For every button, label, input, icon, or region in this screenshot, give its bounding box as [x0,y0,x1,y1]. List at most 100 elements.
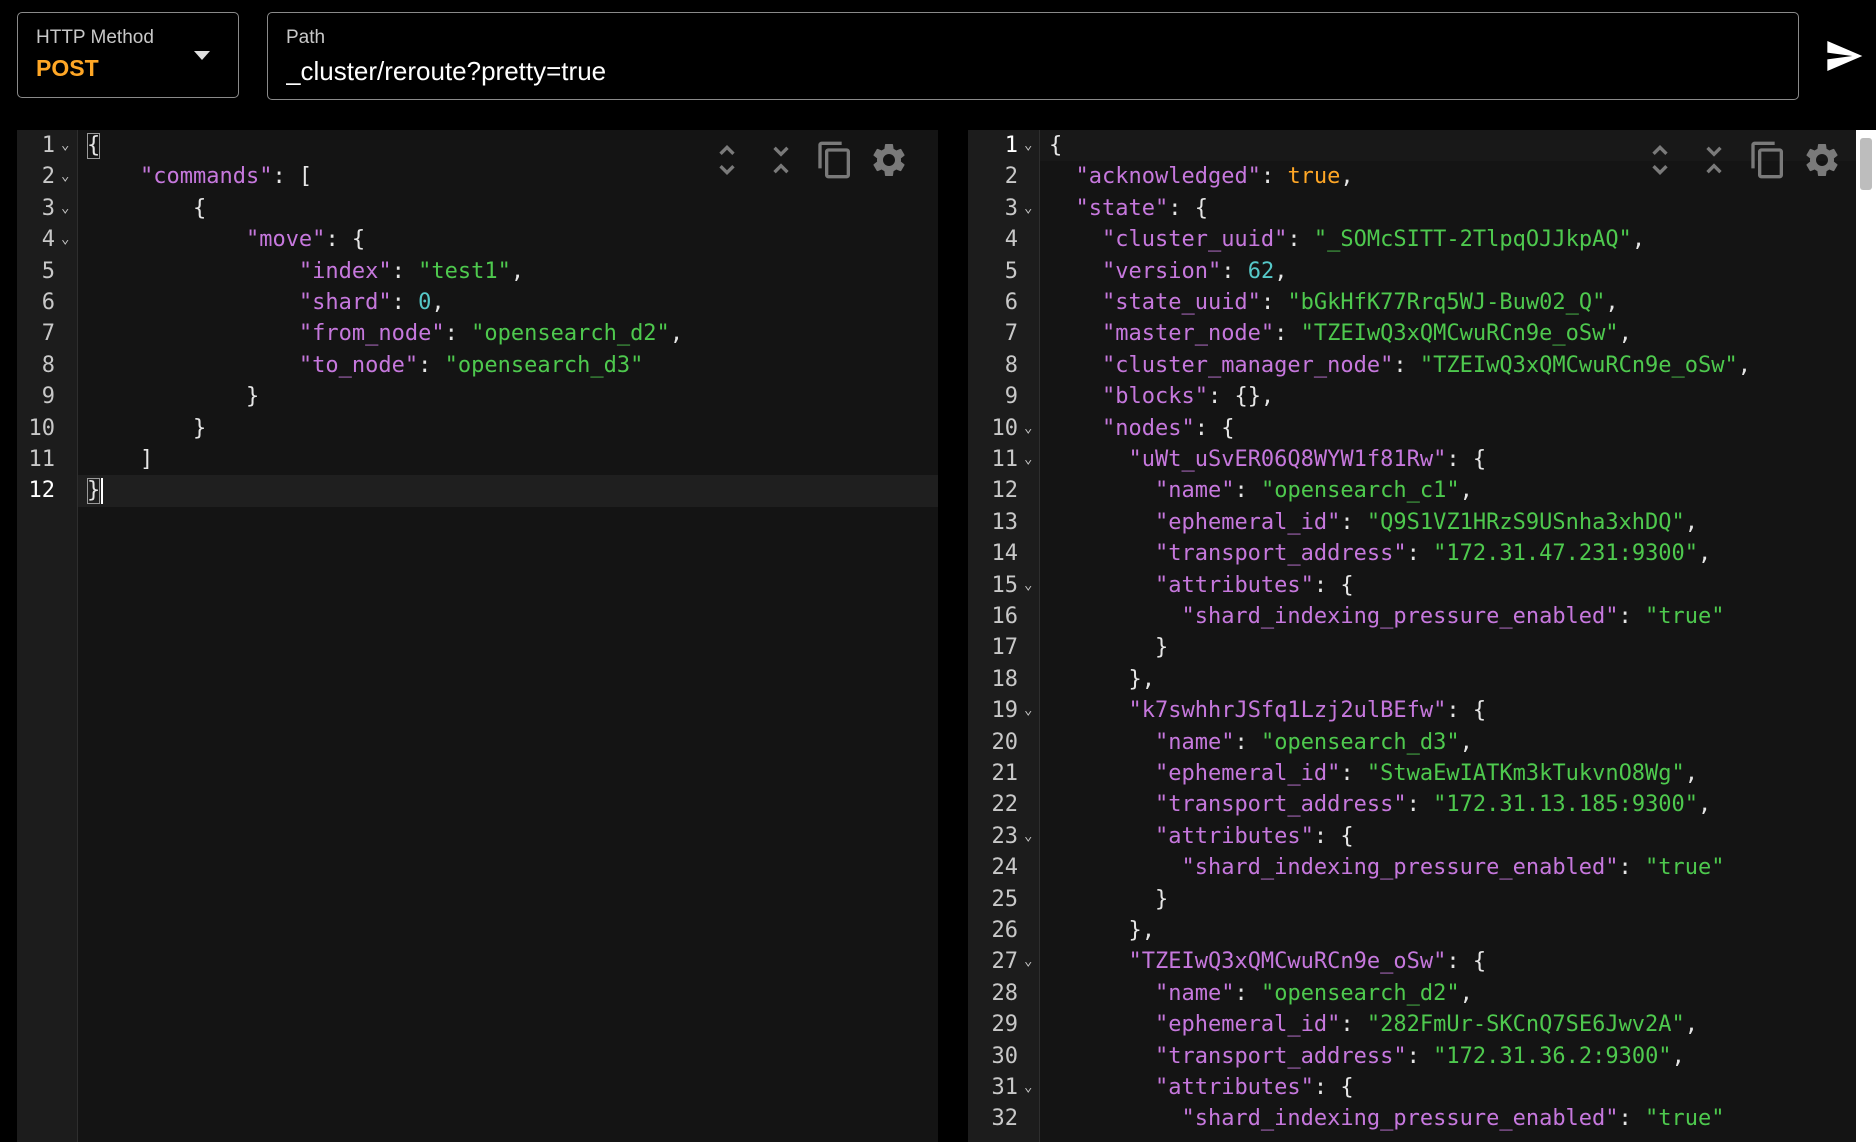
code-line[interactable]: 8 "to_node": "opensearch_d3" [17,350,938,381]
code-line[interactable]: 12 "name": "opensearch_c1", [968,475,1876,506]
code-line[interactable]: 12} [17,475,938,506]
line-number: 5 [41,258,55,284]
settings-button[interactable] [1802,140,1842,180]
bracket-match-highlight [87,133,100,159]
fold-chevron-icon[interactable]: ⌄ [61,130,69,161]
line-number: 14 [991,541,1019,567]
fold-chevron-icon[interactable]: ⌄ [1024,695,1032,726]
expand-all-button[interactable] [1640,140,1680,180]
code-line[interactable]: 19 ⌄ "k7swhhrJSfq1Lzj2ulBEfw": { [968,695,1876,726]
http-method-label: HTTP Method [36,27,154,48]
code-line[interactable]: 5 "index": "test1", [17,256,938,287]
code-text: "attributes": { [1154,823,1354,849]
code-line[interactable]: 31 ⌄ "attributes": { [968,1072,1876,1103]
code-line[interactable]: 6 "shard": 0, [17,287,938,318]
code-line[interactable]: 21 "ephemeral_id": "StwaEwIATKm3kTukvnO8… [968,758,1876,789]
copy-button[interactable] [1748,140,1788,180]
code-line[interactable]: 30 "transport_address": "172.31.36.2:930… [968,1041,1876,1072]
line-number: 6 [41,290,55,315]
line-number: 24 [991,855,1019,881]
code-line[interactable]: 1 ⌄ { [968,130,1876,161]
code-line[interactable]: 22 "transport_address": "172.31.13.185:9… [968,789,1876,820]
request-body-editor[interactable]: 1 ⌄{2 ⌄ "commands": [3 ⌄ {4 ⌄ "move": {5 "in… [17,130,938,1142]
code-line[interactable]: 10 } [17,413,938,444]
code-line[interactable]: 24 "shard_indexing_pressure_enabled": "t… [968,852,1876,883]
code-line[interactable]: 20 "name": "opensearch_d3", [968,727,1876,758]
code-line[interactable]: 23 ⌄ "attributes": { [968,821,1876,852]
code-text: "to_node": "opensearch_d3" [298,352,644,378]
collapse-all-button[interactable] [1694,140,1734,180]
code-line[interactable]: 5 "version": 62, [968,256,1876,287]
code-line[interactable]: 28 "name": "opensearch_d2", [968,978,1876,1009]
text-cursor [101,478,103,505]
fold-chevron-icon[interactable]: ⌄ [1024,821,1032,852]
code-line[interactable]: 11 ⌄ "uWt_uSvER06Q8WYW1f81Rw": { [968,444,1876,475]
code-line[interactable]: 18 }, [968,664,1876,695]
scrollbar-thumb[interactable] [1860,138,1872,190]
send-button[interactable] [1824,36,1864,76]
gear-icon [1806,144,1838,176]
line-number: 4 [1004,227,1018,253]
line-number: 26 [991,918,1019,943]
code-line[interactable]: 9 } [17,381,938,412]
line-number: 1 [41,133,55,158]
code-line[interactable]: 15 ⌄ "attributes": { [968,570,1876,601]
response-scrollbar[interactable] [1856,130,1876,1142]
code-line[interactable]: 13 "ephemeral_id": "Q9S1VZ1HRzS9USnha3xh… [968,507,1876,538]
code-line[interactable]: 3 ⌄ "state": { [968,193,1876,224]
code-line[interactable]: 25 } [968,884,1876,915]
code-line[interactable]: 9 "blocks": {}, [968,381,1876,412]
code-line[interactable]: 14 "transport_address": "172.31.47.231:9… [968,538,1876,569]
path-field[interactable]: Path [267,12,1799,100]
fold-chevron-icon[interactable]: ⌄ [1024,413,1032,444]
code-line[interactable]: 7 "master_node": "TZEIwQ3xQMCwuRCn9e_oSw… [968,318,1876,349]
code-line[interactable]: 26 }, [968,915,1876,946]
fold-chevron-icon[interactable]: ⌄ [61,224,69,255]
unfold-more-icon [719,145,735,175]
line-number: 28 [991,980,1019,1006]
line-number: 31 [991,1075,1019,1100]
code-line[interactable]: 16 "shard_indexing_pressure_enabled": "t… [968,601,1876,632]
code-line[interactable]: 29 "ephemeral_id": "282FmUr-SKCnQ7SE6Jwv… [968,1009,1876,1040]
line-number: 3 [41,195,55,221]
code-text: "commands": [ [139,164,313,190]
code-line[interactable]: 4 ⌄ "move": { [17,224,938,255]
code-line[interactable]: 2 "acknowledged": true, [968,161,1876,192]
code-line[interactable]: 32 "shard_indexing_pressure_enabled": "t… [968,1103,1876,1134]
expand-all-button[interactable] [707,140,747,180]
http-method-select[interactable]: HTTP Method POST [17,12,239,98]
fold-chevron-icon[interactable]: ⌄ [1024,1072,1032,1103]
fold-chevron-icon[interactable]: ⌄ [1024,130,1032,161]
line-number: 16 [991,604,1019,629]
fold-chevron-icon[interactable]: ⌄ [1024,444,1032,475]
code-line[interactable]: 3 ⌄ { [17,193,938,224]
path-input[interactable] [286,53,1766,89]
fold-chevron-icon[interactable]: ⌄ [1024,946,1032,977]
copy-button[interactable] [815,140,855,180]
fold-chevron-icon[interactable]: ⌄ [61,161,69,192]
code-text: "shard": 0, [298,290,445,315]
code-line[interactable]: 7 "from_node": "opensearch_d2", [17,318,938,349]
code-line[interactable]: 11 ] [17,444,938,475]
code-line[interactable]: 8 "cluster_manager_node": "TZEIwQ3xQMCwu… [968,350,1876,381]
settings-button[interactable] [869,140,909,180]
code-line[interactable]: 27 ⌄ "TZEIwQ3xQMCwuRCn9e_oSw": { [968,946,1876,977]
fold-chevron-icon[interactable]: ⌄ [1024,570,1032,601]
copy-icon [1751,141,1783,179]
code-line[interactable]: 4 "cluster_uuid": "_SOMcSITT-2TlpqOJJkpA… [968,224,1876,255]
bracket-match-highlight [87,478,100,505]
code-line[interactable]: 10 ⌄ "nodes": { [968,413,1876,444]
code-text: "transport_address": "172.31.13.185:9300… [1154,792,1712,818]
code-line[interactable]: 6 "state_uuid": "bGkHfK77Rrq5WJ-Buw02_Q"… [968,287,1876,318]
code-text: ] [87,447,154,472]
collapse-all-button[interactable] [761,140,801,180]
fold-chevron-icon[interactable]: ⌄ [61,193,69,224]
code-text: "transport_address": "172.31.36.2:9300", [1154,1043,1685,1069]
response-body-viewer[interactable]: 1 ⌄{2 "acknowledged": true, 3 ⌄ "state": {4… [968,130,1876,1142]
line-number: 3 [1004,195,1018,221]
code-line[interactable]: 17 } [968,632,1876,663]
code-text: "transport_address": "172.31.47.231:9300… [1154,541,1712,567]
fold-chevron-icon[interactable]: ⌄ [1024,193,1032,224]
code-text: "blocks": {}, [1101,384,1275,410]
code-text: { [1049,133,1063,158]
